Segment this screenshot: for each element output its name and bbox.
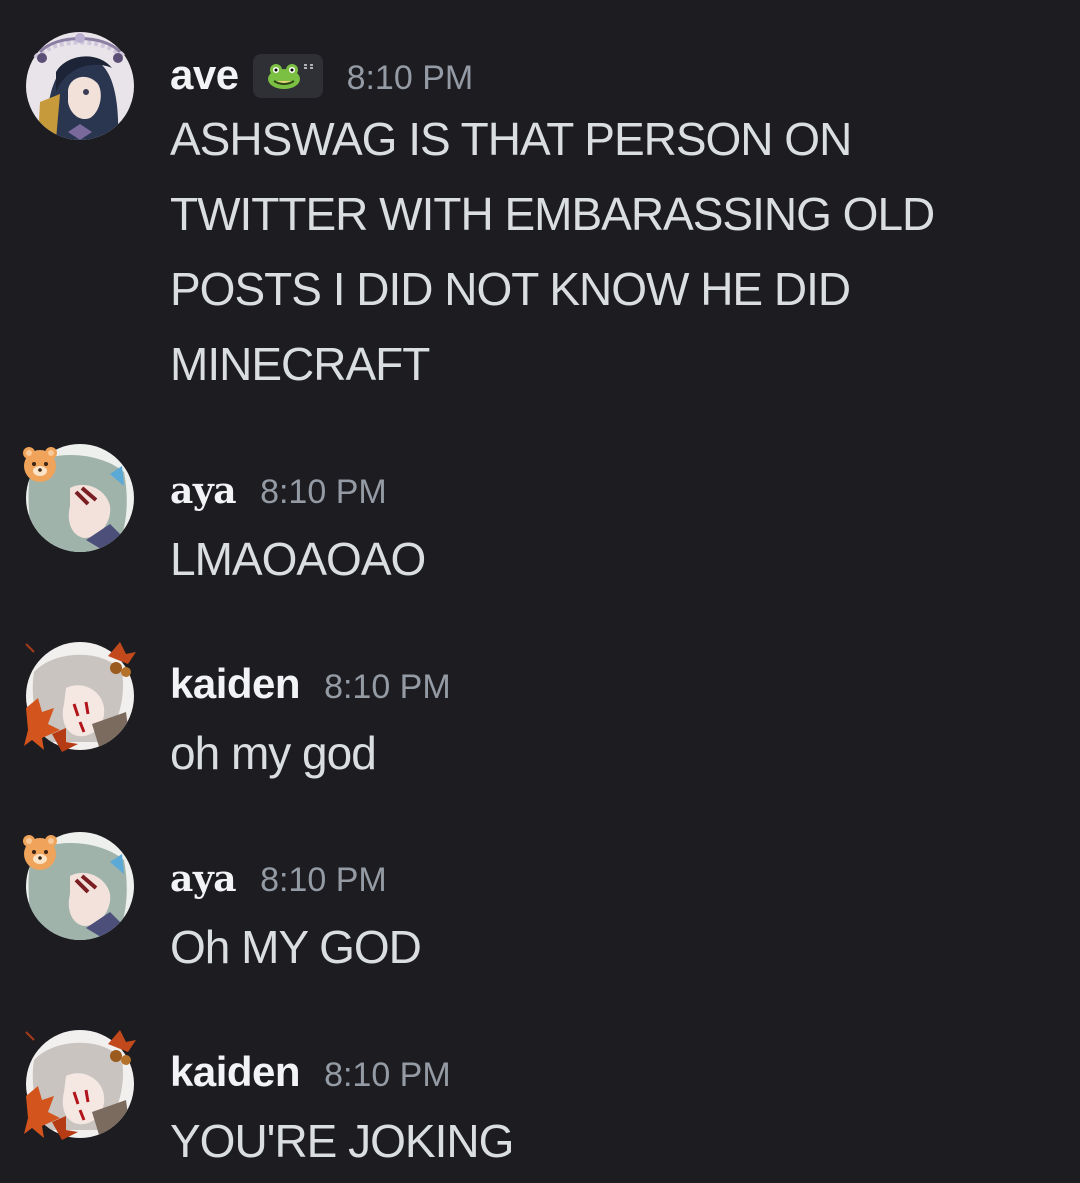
user-avatar-image [26, 444, 134, 552]
avatar[interactable] [22, 28, 138, 144]
message: kaiden 8:10 PM oh my god [0, 620, 1080, 810]
avatar[interactable] [22, 828, 138, 944]
timestamp: 8:10 PM [260, 861, 387, 899]
message: aya 8:10 PM Oh MY GOD [0, 818, 1080, 1008]
user-avatar-image [26, 642, 134, 750]
username[interactable]: aya [170, 858, 237, 900]
username[interactable]: kaiden [170, 1048, 301, 1096]
avatar[interactable] [22, 638, 138, 754]
message-content: ASHSWAG IS THAT PERSON ON TWITTER WITH E… [170, 113, 935, 390]
message: ave 8:10 PM ASHSWAG IS THAT PERSON ON TW… [0, 0, 1080, 420]
message: aya 8:10 PM LMAOAOAO [0, 430, 1080, 610]
user-avatar-image [26, 832, 134, 940]
message-content: LMAOAOAO [170, 533, 426, 585]
message-content: YOU'RE JOKING [170, 1115, 514, 1167]
avatar[interactable] [22, 440, 138, 556]
message-content: Oh MY GOD [170, 921, 422, 973]
timestamp: 8:10 PM [324, 668, 451, 706]
username[interactable]: kaiden [170, 660, 301, 708]
timestamp: 8:10 PM [260, 473, 387, 511]
message: kaiden 8:10 PM YOU'RE JOKING [0, 1008, 1080, 1183]
user-avatar-image [26, 32, 134, 140]
frog-icon [267, 64, 313, 89]
user-avatar-image [26, 1030, 134, 1138]
timestamp: 8:10 PM [324, 1056, 451, 1094]
username[interactable]: aya [170, 470, 237, 512]
username[interactable]: ave [170, 51, 239, 99]
timestamp: 8:10 PM [346, 59, 474, 97]
clan-tag-badge[interactable] [252, 54, 323, 98]
avatar[interactable] [22, 1026, 138, 1142]
message-content: oh my god [170, 727, 377, 779]
